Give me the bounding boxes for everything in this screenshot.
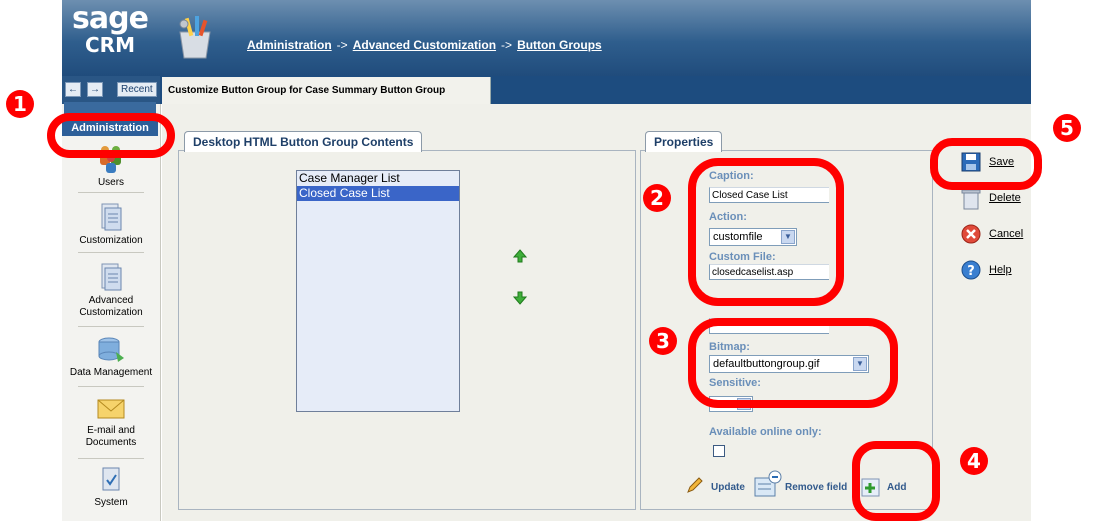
back-arrow-icon[interactable]: ← xyxy=(65,82,81,97)
page-title-tab: Customize Button Group for Case Summary … xyxy=(162,77,491,104)
available-online-checkbox[interactable] xyxy=(713,445,725,457)
annotation-ring-bitmap xyxy=(688,318,898,408)
sidebar-item-email-documents[interactable]: E-mail and Documents xyxy=(62,396,160,449)
help-icon: ? xyxy=(961,260,981,280)
update-button[interactable]: Update xyxy=(711,482,745,493)
logo-sage-text: sage xyxy=(72,1,149,36)
pencil-icon[interactable] xyxy=(686,476,704,494)
envelope-icon xyxy=(97,399,125,419)
annotation-number-2: 2 xyxy=(643,184,671,212)
annotation-number-1: 1 xyxy=(6,90,34,118)
sidebar-item-data-management[interactable]: Data Management xyxy=(62,334,160,379)
annotation-number-5: 5 xyxy=(1053,114,1081,142)
sidebar-divider xyxy=(78,252,144,253)
breadcrumb-administration[interactable]: Administration xyxy=(247,38,332,52)
move-up-arrow-icon[interactable] xyxy=(513,249,527,263)
available-online-label: Available online only: xyxy=(709,426,822,438)
breadcrumb-advanced-customization[interactable]: Advanced Customization xyxy=(353,38,496,52)
delete-button[interactable]: Delete xyxy=(961,188,1021,213)
logo-crm-text: CRM xyxy=(85,33,135,57)
remove-field-icon[interactable] xyxy=(753,470,783,498)
sidebar-label-email-documents: E-mail and Documents xyxy=(85,425,137,448)
help-button[interactable]: ? Help xyxy=(961,260,1012,283)
breadcrumb-button-groups[interactable]: Button Groups xyxy=(517,38,602,52)
sidebar-label-system: System xyxy=(94,497,128,508)
sidebar-item-system[interactable]: System xyxy=(62,466,160,509)
sidebar-label-advanced-customization: Advanced Customization xyxy=(79,295,143,318)
sidebar-item-customization[interactable]: Customization xyxy=(62,202,160,247)
annotation-number-4: 4 xyxy=(960,447,988,475)
sidebar-label-users: Users xyxy=(97,177,125,188)
administration-tools-icon xyxy=(179,16,211,59)
system-icon xyxy=(102,467,120,491)
document-icon xyxy=(101,203,122,231)
sidebar-label-customization: Customization xyxy=(79,235,143,246)
cancel-icon xyxy=(961,224,981,244)
annotation-ring-save xyxy=(930,138,1042,190)
left-margin xyxy=(0,0,62,521)
button-group-listbox[interactable]: Case Manager List Closed Case List xyxy=(296,170,460,412)
annotation-ring-add xyxy=(852,441,940,521)
contents-panel-title: Desktop HTML Button Group Contents xyxy=(184,131,423,152)
cancel-label: Cancel xyxy=(989,228,1024,240)
sidebar-item-advanced-customization[interactable]: Advanced Customization xyxy=(62,262,160,319)
sage-crm-logo: sage CRM xyxy=(62,0,158,76)
list-item-selected[interactable]: Closed Case List xyxy=(297,186,459,201)
cancel-button[interactable]: Cancel xyxy=(961,224,1023,247)
database-icon xyxy=(98,337,124,362)
remove-field-button[interactable]: Remove field xyxy=(785,482,847,493)
svg-text:?: ? xyxy=(967,264,975,279)
sidebar-divider xyxy=(78,386,144,387)
properties-panel-title: Properties xyxy=(645,131,723,152)
sidebar-divider xyxy=(78,192,144,193)
sidebar-divider xyxy=(78,458,144,459)
annotation-ring-caption-action xyxy=(688,158,844,306)
trash-icon xyxy=(961,189,981,210)
sidebar-label-data-management: Data Management xyxy=(69,367,153,378)
list-item[interactable]: Case Manager List xyxy=(297,171,459,186)
breadcrumb-separator: -> xyxy=(501,38,513,52)
help-label: Help xyxy=(989,264,1012,276)
annotation-ring-administration xyxy=(47,113,175,158)
page-title: Customize Button Group for Case Summary … xyxy=(168,85,446,96)
advanced-document-icon xyxy=(101,263,122,291)
annotation-number-3: 3 xyxy=(649,327,677,355)
move-down-arrow-icon[interactable] xyxy=(513,291,527,305)
delete-label: Delete xyxy=(989,192,1021,204)
sidebar-divider xyxy=(78,326,144,327)
recent-button[interactable]: Recent xyxy=(117,82,157,97)
breadcrumb: Administration -> Advanced Customization ->… xyxy=(247,38,602,52)
forward-arrow-icon[interactable]: → xyxy=(87,82,103,97)
breadcrumb-separator: -> xyxy=(336,38,348,52)
